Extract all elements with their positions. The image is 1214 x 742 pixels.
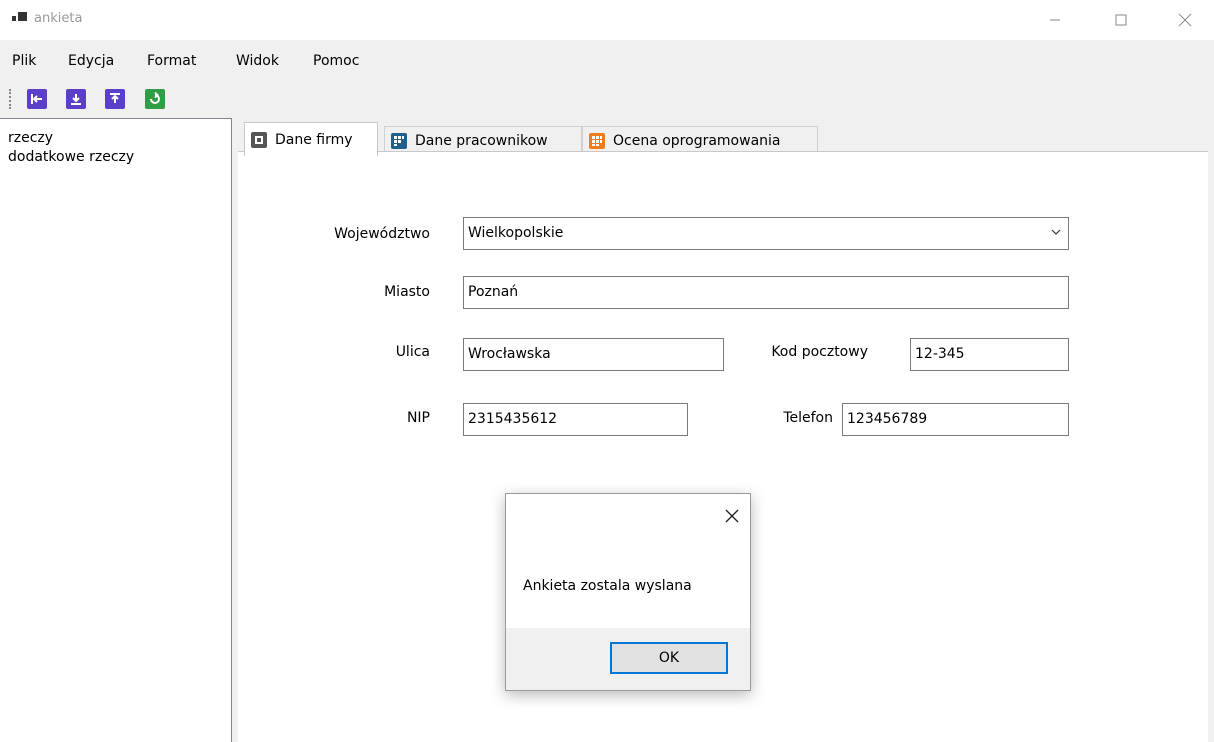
- kod-pocztowy-label: Kod pocztowy: [771, 344, 868, 360]
- toolbar: [0, 84, 1214, 114]
- miasto-label: Miasto: [384, 284, 430, 300]
- exit-button[interactable]: [27, 89, 47, 109]
- dialog-footer: OK: [506, 628, 750, 690]
- tree-item-rzeczy[interactable]: rzeczy: [8, 130, 53, 146]
- rating-grid-icon: [589, 132, 605, 149]
- close-window-button[interactable]: [1162, 0, 1208, 40]
- title-bar: ankieta: [0, 0, 1214, 40]
- tree-panel[interactable]: rzeczy dodatkowe rzeczy: [0, 118, 232, 742]
- tab-label: Ocena oprogramowania: [613, 132, 781, 149]
- menu-pomoc[interactable]: Pomoc: [313, 53, 359, 69]
- minimize-icon: [1050, 19, 1060, 21]
- tab-label: Dane firmy: [275, 131, 353, 148]
- telefon-label: Telefon: [783, 410, 833, 426]
- refresh-button[interactable]: [145, 89, 165, 109]
- tab-ocena-oprogramowania[interactable]: Ocena oprogramowania: [582, 126, 818, 154]
- dialog-message: Ankieta zostala wyslana: [523, 578, 692, 594]
- form-icon: [251, 131, 267, 148]
- tree-item-dodatkowe-rzeczy[interactable]: dodatkowe rzeczy: [8, 149, 134, 165]
- ok-button[interactable]: OK: [610, 642, 728, 674]
- app-icon: [12, 11, 28, 25]
- ulica-label: Ulica: [395, 344, 430, 360]
- grid-icon: [391, 132, 407, 149]
- kod-pocztowy-input[interactable]: 12-345: [910, 338, 1069, 371]
- refresh-icon: [150, 92, 160, 104]
- toolbar-grip[interactable]: [9, 89, 11, 109]
- exit-icon: [31, 94, 42, 104]
- telefon-input[interactable]: 123456789: [842, 403, 1069, 436]
- maximize-button[interactable]: [1098, 0, 1144, 40]
- menu-plik[interactable]: Plik: [12, 53, 36, 69]
- menu-bar: Plik Edycja Format Widok Pomoc: [0, 48, 1214, 76]
- close-icon: [725, 509, 739, 523]
- wojewodztwo-select[interactable]: Wielkopolskie: [463, 217, 1069, 250]
- upload-icon: [110, 93, 120, 103]
- wojewodztwo-value: Wielkopolskie: [468, 225, 564, 241]
- menu-edycja[interactable]: Edycja: [68, 53, 114, 69]
- tab-label: Dane pracownikow: [415, 132, 548, 149]
- miasto-input[interactable]: Poznań: [463, 276, 1069, 309]
- telefon-value: 123456789: [847, 411, 928, 427]
- chevron-down-icon: [1051, 229, 1061, 235]
- app-window: ankieta Plik Edycja Format Widok Pomoc r…: [0, 0, 1214, 742]
- tab-dane-pracownikow[interactable]: Dane pracownikow: [384, 126, 582, 154]
- minimize-button[interactable]: [1032, 0, 1078, 40]
- menu-widok[interactable]: Widok: [236, 53, 279, 69]
- upload-button[interactable]: [105, 89, 125, 109]
- tab-strip: Dane firmy Dane pracownikow Ocena oprogr…: [238, 122, 1208, 156]
- miasto-value: Poznań: [468, 284, 519, 300]
- wojewodztwo-label: Województwo: [334, 226, 430, 242]
- tab-dane-firmy[interactable]: Dane firmy: [244, 122, 378, 156]
- download-button[interactable]: [66, 89, 86, 109]
- menu-format[interactable]: Format: [147, 53, 196, 69]
- close-icon: [1178, 13, 1192, 27]
- nip-value: 2315435612: [468, 411, 558, 427]
- ulica-input[interactable]: Wrocławska: [463, 338, 724, 371]
- dialog-close-button[interactable]: [724, 508, 740, 524]
- kod-pocztowy-value: 12-345: [915, 346, 965, 362]
- ulica-value: Wrocławska: [468, 346, 551, 362]
- window-title: ankieta: [34, 11, 83, 26]
- nip-input[interactable]: 2315435612: [463, 403, 688, 436]
- nip-label: NIP: [406, 410, 430, 426]
- message-dialog: Ankieta zostala wyslana OK: [505, 493, 751, 691]
- download-icon: [71, 94, 81, 105]
- maximize-icon: [1115, 14, 1127, 26]
